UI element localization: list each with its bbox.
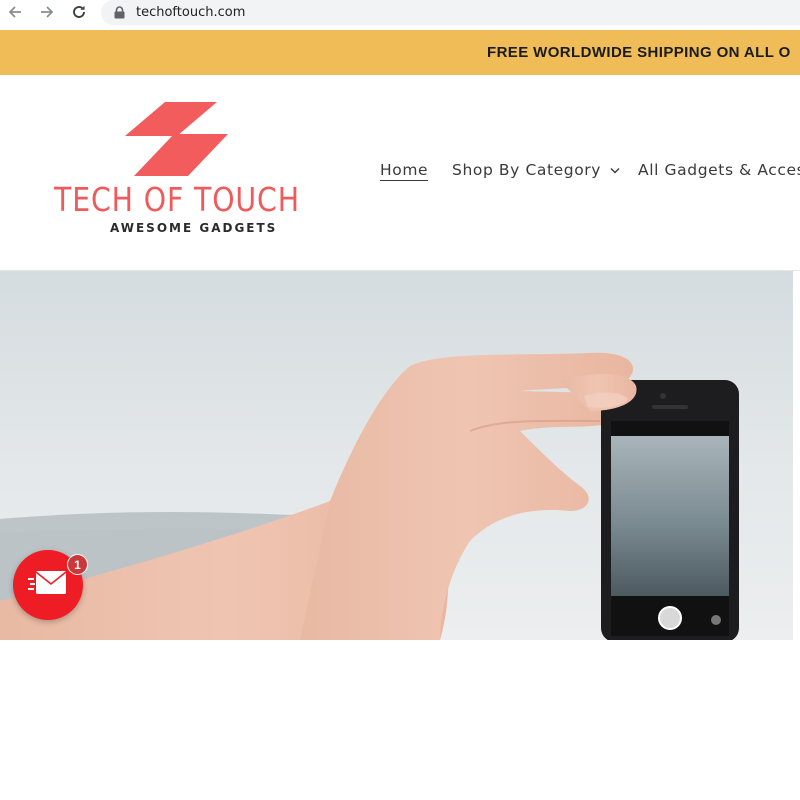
hero-banner-image: [0, 271, 793, 640]
nav-link-home[interactable]: Home: [380, 161, 429, 181]
envelope-icon: [28, 570, 68, 601]
logo-tagline: AWESOME GADGETS: [110, 221, 278, 235]
nav-label-home: Home: [380, 161, 429, 179]
site-header: TECH OF TOUCH AWESOME GADGETS Home Shop …: [0, 75, 800, 271]
address-bar[interactable]: techoftouch.com: [101, 0, 800, 25]
nav-label-shop-by-category: Shop By Category: [452, 161, 602, 179]
logo[interactable]: TECH OF TOUCH AWESOME GADGETS: [50, 100, 300, 240]
back-arrow-icon[interactable]: [4, 1, 26, 23]
chat-notification-badge: 1: [67, 554, 88, 575]
logo-mark-icon: [120, 100, 230, 183]
browser-toolbar: techoftouch.com: [0, 0, 800, 28]
reload-icon[interactable]: [68, 1, 90, 23]
announcement-text: FREE WORLDWIDE SHIPPING ON ALL O: [487, 44, 791, 61]
nav-link-all-gadgets[interactable]: All Gadgets & Acces: [638, 161, 800, 179]
announcement-bar: FREE WORLDWIDE SHIPPING ON ALL O: [0, 30, 800, 75]
chevron-down-icon: [610, 167, 620, 174]
lock-icon: [114, 6, 126, 20]
nav-link-shop-by-category[interactable]: Shop By Category: [452, 161, 620, 179]
logo-title: TECH OF TOUCH: [54, 180, 300, 219]
nav-label-all-gadgets: All Gadgets & Acces: [638, 161, 800, 179]
forward-arrow-icon[interactable]: [36, 1, 58, 23]
url-text: techoftouch.com: [136, 5, 246, 20]
